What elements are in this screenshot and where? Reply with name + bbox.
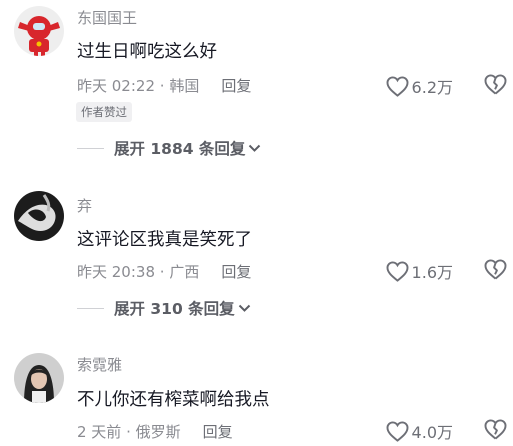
portrait-avatar-icon	[14, 353, 64, 403]
username[interactable]: 东国国王	[77, 7, 137, 28]
broken-heart-icon	[484, 74, 507, 95]
comment-location: 韩国	[169, 77, 200, 95]
username[interactable]: 弃	[77, 195, 92, 216]
expand-replies-button[interactable]: 展开 1884 条回复	[77, 137, 261, 159]
comment-1: 东国国王 过生日啊吃这么好 昨天 02:22 · 韩国 回复 6.2万 作者赞过 …	[0, 0, 513, 175]
comment-text: 这评论区我真是笑死了	[77, 230, 252, 250]
like-count: 1.6万	[411, 263, 453, 282]
comment-2: 弃 这评论区我真是笑死了 昨天 20:38 · 广西 回复 1.6万 展开 310…	[0, 175, 513, 325]
username[interactable]: 索霓雅	[77, 354, 122, 375]
divider-line	[77, 307, 104, 309]
author-liked-badge: 作者赞过	[76, 102, 132, 122]
broken-heart-icon	[484, 419, 507, 440]
expand-replies-button[interactable]: 展开 310 条回复	[77, 297, 251, 319]
chevron-down-icon	[249, 144, 261, 152]
comment-time: 昨天 02:22	[77, 77, 155, 95]
avatar[interactable]	[14, 6, 64, 56]
like-button[interactable]: 1.6万	[386, 259, 453, 283]
comment-3: 索霓雅 不儿你还有榨菜啊给我点 2 天前 · 俄罗斯 回复 4.0万	[0, 325, 513, 446]
divider-line	[77, 147, 104, 149]
comment-meta: 2 天前 · 俄罗斯 回复	[77, 421, 233, 442]
comment-location: 俄罗斯	[135, 423, 181, 441]
comment-text: 过生日啊吃这么好	[77, 42, 217, 62]
bw-abstract-avatar-icon	[14, 191, 64, 241]
like-count: 6.2万	[411, 78, 453, 97]
heart-icon	[386, 260, 409, 282]
meta-separator: ·	[155, 263, 170, 281]
comment-location: 广西	[169, 263, 200, 281]
comment-time: 昨天 20:38	[77, 263, 155, 281]
meta-separator: ·	[155, 77, 170, 95]
dislike-button[interactable]	[484, 74, 507, 99]
reply-button[interactable]: 回复	[221, 77, 251, 95]
comment-text: 不儿你还有榨菜啊给我点	[77, 390, 270, 410]
dislike-button[interactable]	[484, 419, 507, 444]
reply-button[interactable]: 回复	[203, 423, 233, 441]
like-button[interactable]: 6.2万	[386, 74, 453, 98]
avatar[interactable]	[14, 353, 64, 403]
meta-separator: ·	[121, 423, 136, 441]
broken-heart-icon	[484, 259, 507, 280]
heart-icon	[386, 75, 409, 97]
chevron-down-icon	[238, 304, 250, 312]
comment-meta: 昨天 20:38 · 广西 回复	[77, 261, 251, 282]
reply-button[interactable]: 回复	[221, 263, 251, 281]
like-count: 4.0万	[411, 423, 453, 442]
expand-replies-label: 展开 1884 条回复	[114, 140, 246, 158]
red-robot-avatar-icon	[14, 6, 64, 56]
heart-icon	[386, 420, 409, 442]
expand-replies-label: 展开 310 条回复	[114, 300, 235, 318]
comment-time: 2 天前	[77, 423, 122, 441]
comment-meta: 昨天 02:22 · 韩国 回复	[77, 75, 251, 96]
like-button[interactable]: 4.0万	[386, 419, 453, 443]
avatar[interactable]	[14, 191, 64, 241]
dislike-button[interactable]	[484, 259, 507, 284]
